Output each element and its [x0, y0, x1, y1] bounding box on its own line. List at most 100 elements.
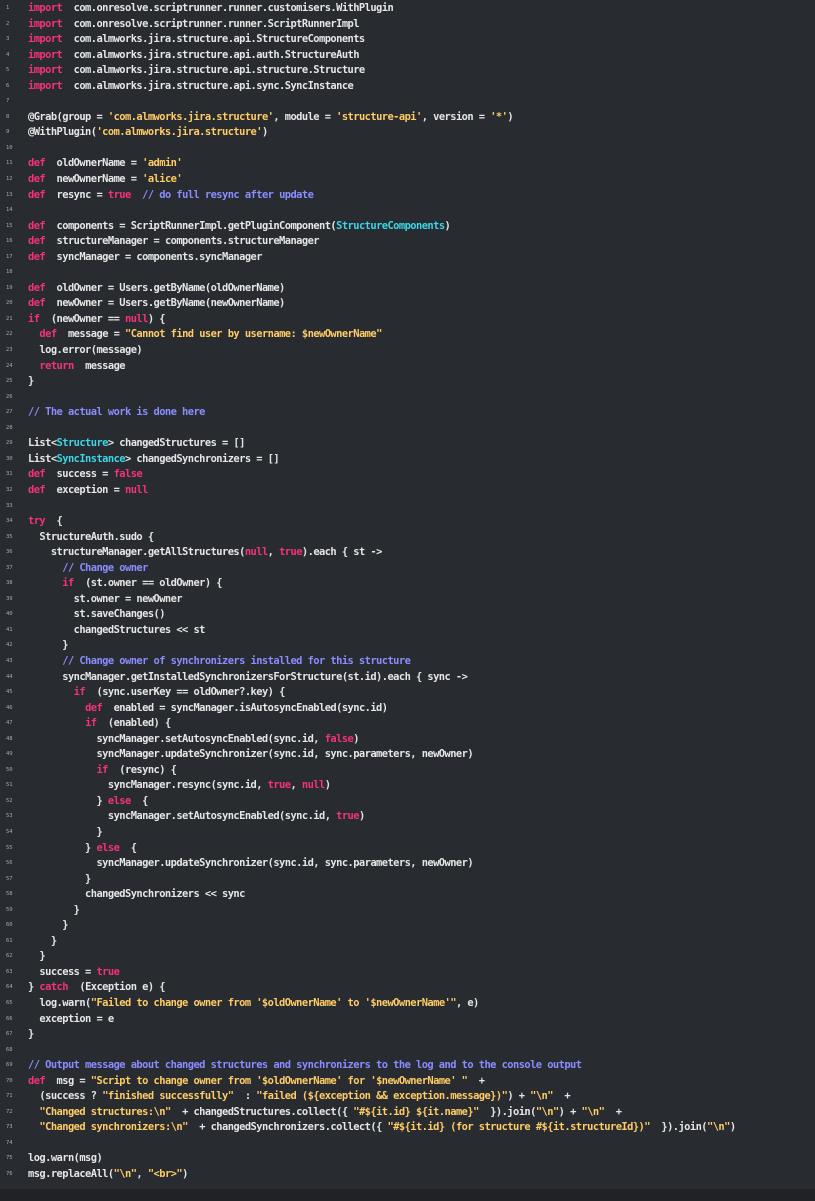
code-token: ).each { st -> — [301, 546, 382, 559]
code-line[interactable]: 22 def message = "Cannot find user by us… — [0, 327, 815, 343]
code-line[interactable]: 52 } else { — [0, 794, 815, 810]
line-number: 48 — [6, 735, 13, 742]
code-line[interactable]: 41 changedStructures << st — [0, 623, 815, 639]
code-line[interactable]: 34 try { — [0, 514, 815, 530]
code-line[interactable]: 57 } — [0, 872, 815, 888]
code-line[interactable]: 20 def newOwner = Users.getByName(newOwne… — [0, 296, 815, 312]
code-text: } — [20, 918, 68, 934]
code-editor[interactable]: 1 import com.onresolve.scriptrunner.runne… — [0, 0, 815, 1201]
code-line[interactable]: 45 if (sync.userKey == oldOwner?.key) { — [0, 685, 815, 701]
code-token: import — [28, 2, 63, 14]
code-line[interactable]: 37 // Change owner — [0, 561, 815, 577]
code-line[interactable]: 28 — [0, 421, 815, 437]
code-line[interactable]: 55 } else { — [0, 841, 815, 857]
code-line[interactable]: 71 (success ? "finished successfully" : … — [0, 1089, 815, 1105]
code-line[interactable]: 61 } — [0, 934, 815, 950]
code-token: import — [28, 64, 63, 77]
code-text: def syncManager = components.syncManager — [20, 250, 263, 266]
code-line[interactable]: 56 syncManager.updateSynchronizer(sync.i… — [0, 856, 815, 872]
code-line[interactable]: 50 if (resync) { — [0, 763, 815, 779]
code-line[interactable]: 4 import com.almworks.jira.structure.api.… — [0, 48, 815, 64]
code-line[interactable]: 68 — [0, 1043, 815, 1059]
code-token: null — [244, 546, 268, 559]
code-line[interactable]: 44 syncManager.getInstalledSynchronizers… — [0, 670, 815, 686]
code-line[interactable]: 2 import com.onresolve.scriptrunner.runne… — [0, 17, 815, 33]
line-number: 29 — [6, 440, 13, 447]
code-line[interactable]: 47 if (enabled) { — [0, 716, 815, 732]
code-line[interactable]: 76 msg.replaceAll("\n", "<br>") — [0, 1167, 815, 1183]
code-line[interactable]: 3 import com.almworks.jira.structure.api.… — [0, 32, 815, 48]
code-line[interactable]: 35 StructureAuth.sudo { — [0, 530, 815, 546]
code-line[interactable]: 67} — [0, 1027, 815, 1043]
code-line[interactable]: 16 def structureManager = components.stru… — [0, 234, 815, 250]
code-line[interactable]: 62 } — [0, 949, 815, 965]
code-line[interactable]: 26 — [0, 390, 815, 406]
code-line[interactable]: 15 def components = ScriptRunnerImpl.getP… — [0, 219, 815, 235]
code-line[interactable]: 30 List<SyncInstance> changedSynchronizer… — [0, 452, 815, 468]
code-line[interactable]: 60 } — [0, 918, 815, 934]
code-text: import com.almworks.jira.structure.api.S… — [20, 32, 365, 48]
code-line[interactable]: 46 def enabled = syncManager.isAutosyncE… — [0, 701, 815, 717]
code-line[interactable]: 73 "Changed synchronizers:\n" + changedS… — [0, 1120, 815, 1136]
code-line[interactable]: 25} — [0, 374, 815, 390]
code-token: oldOwnerName = — [45, 157, 143, 170]
code-line[interactable]: 58 changedSynchronizers << sync — [0, 887, 815, 903]
code-line[interactable]: 36 structureManager.getAllStructures(nul… — [0, 545, 815, 561]
code-line[interactable]: 38 if (st.owner == oldOwner) { — [0, 576, 815, 592]
code-line[interactable]: 19 def oldOwner = Users.getByName(oldOwne… — [0, 281, 815, 297]
code-text: def oldOwner = Users.getByName(oldOwnerN… — [20, 281, 285, 297]
code-line[interactable]: 70 def msg = "Script to change owner from… — [0, 1074, 815, 1090]
code-line[interactable]: 14 — [0, 203, 815, 219]
code-token: } — [28, 1028, 34, 1041]
code-line[interactable]: 6 import com.almworks.jira.structure.api.… — [0, 79, 815, 95]
code-line[interactable]: 5 import com.almworks.jira.structure.api.… — [0, 63, 815, 79]
code-line[interactable]: 43 // Change owner of synchronizers inst… — [0, 654, 815, 670]
code-token: changedStructures << st — [28, 623, 206, 636]
code-line[interactable]: 48 syncManager.setAutosyncEnabled(sync.i… — [0, 732, 815, 748]
line-number: 76 — [6, 1171, 13, 1178]
code-line[interactable]: 59 } — [0, 903, 815, 919]
code-line[interactable]: 8 @Grab(group = 'com.almworks.jira.struct… — [0, 110, 815, 126]
code-line[interactable]: 12 def newOwnerName = 'alice' — [0, 172, 815, 188]
code-line[interactable]: 33 — [0, 499, 815, 515]
code-line[interactable]: 64} catch (Exception e) { — [0, 980, 815, 996]
code-token: (st.owner == oldOwner) { — [73, 577, 223, 590]
code-line[interactable]: 65 log.warn("Failed to change owner from… — [0, 996, 815, 1012]
code-line[interactable]: 7 — [0, 94, 815, 110]
code-line[interactable]: 40 st.saveChanges() — [0, 607, 815, 623]
code-token: import — [28, 48, 63, 61]
code-text: "Changed synchronizers:\n" + changedSync… — [20, 1120, 736, 1136]
code-line[interactable]: 54 } — [0, 825, 815, 841]
code-line[interactable]: 63 success = true — [0, 965, 815, 981]
code-line[interactable]: 51 syncManager.resync(sync.id, true, nul… — [0, 778, 815, 794]
code-line[interactable]: 9 @WithPlugin('com.almworks.jira.structur… — [0, 125, 815, 141]
code-line[interactable]: 53 syncManager.setAutosyncEnabled(sync.i… — [0, 809, 815, 825]
code-text: } — [20, 903, 80, 919]
line-number: 58 — [6, 891, 13, 898]
code-line[interactable]: 69 // Output message about changed struct… — [0, 1058, 815, 1074]
code-line[interactable]: 10 — [0, 141, 815, 157]
code-line[interactable]: 24 return message — [0, 359, 815, 375]
code-line[interactable]: 21 if (newOwner == null) { — [0, 312, 815, 328]
code-text: def exception = null — [20, 483, 148, 499]
code-line[interactable]: 11 def oldOwnerName = 'admin' — [0, 156, 815, 172]
code-line[interactable]: 18 — [0, 265, 815, 281]
code-line[interactable]: 75 log.warn(msg) — [0, 1151, 815, 1167]
code-line[interactable]: 74 — [0, 1136, 815, 1152]
code-line[interactable]: 39 st.owner = newOwner — [0, 592, 815, 608]
code-token: ) — [729, 1121, 736, 1134]
code-line[interactable]: 72 "Changed structures:\n" + changedStru… — [0, 1105, 815, 1121]
code-line[interactable]: 42 } — [0, 638, 815, 654]
code-line[interactable]: 32 def exception = null — [0, 483, 815, 499]
line-number: 75 — [6, 1155, 13, 1162]
code-line[interactable]: 17 def syncManager = components.syncManag… — [0, 250, 815, 266]
code-line[interactable]: 66 exception = e — [0, 1012, 815, 1028]
code-line[interactable]: 31 def success = false — [0, 467, 815, 483]
code-line[interactable]: 27 // The actual work is done here — [0, 405, 815, 421]
code-line[interactable]: 1 import com.onresolve.scriptrunner.runne… — [0, 1, 815, 17]
line-number: 13 — [6, 191, 13, 198]
code-line[interactable]: 29 List<Structure> changedStructures = [] — [0, 436, 815, 452]
code-line[interactable]: 49 syncManager.updateSynchronizer(sync.i… — [0, 747, 815, 763]
code-line[interactable]: 23 log.error(message) — [0, 343, 815, 359]
code-line[interactable]: 13 def resync = true // do full resync af… — [0, 188, 815, 204]
